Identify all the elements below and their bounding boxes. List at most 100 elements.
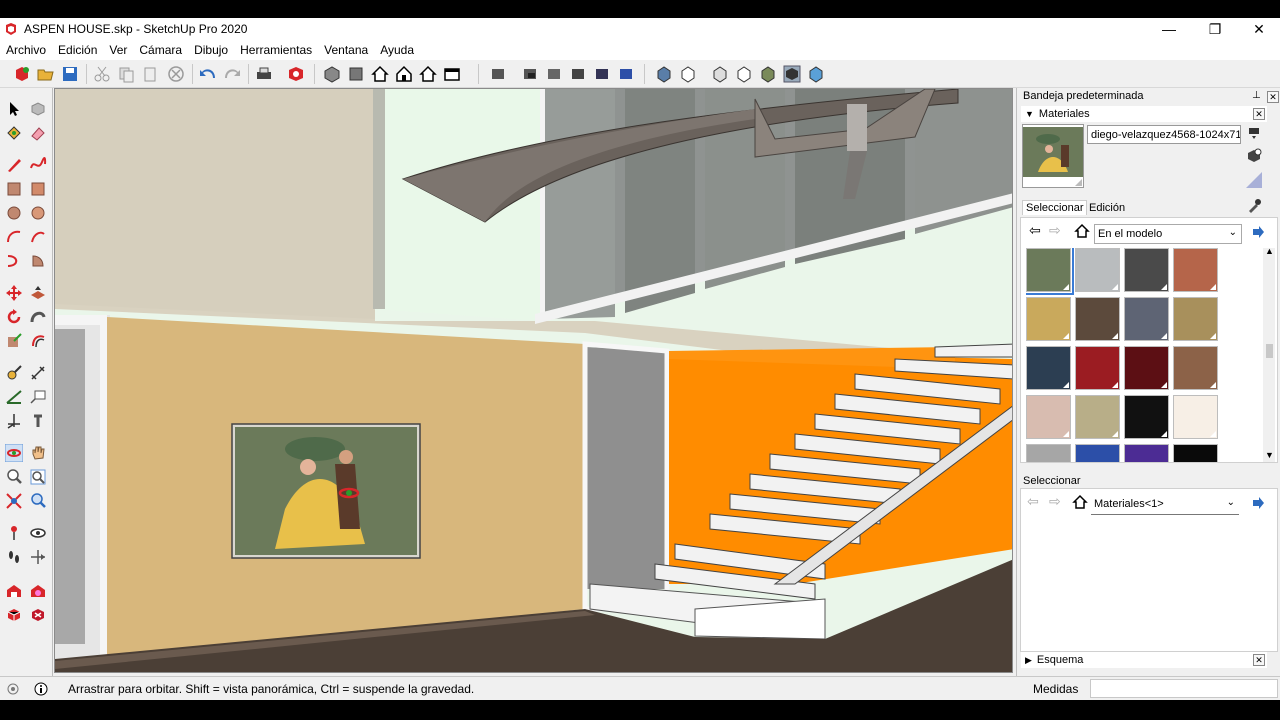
push-pull-icon[interactable] — [29, 284, 47, 302]
material-swatch-dark-wood[interactable] — [1124, 248, 1169, 292]
geo-location-icon[interactable] — [6, 682, 20, 696]
hidden-line-icon[interactable] — [568, 64, 588, 84]
polygon-icon[interactable] — [29, 204, 47, 222]
material-swatch-concrete[interactable] — [1075, 248, 1120, 292]
menu-archivo[interactable]: Archivo — [0, 43, 52, 57]
scale-icon[interactable] — [5, 332, 23, 350]
axes-icon[interactable] — [5, 412, 23, 430]
material-swatch-black-2[interactable] — [1173, 444, 1218, 462]
save-icon[interactable] — [60, 64, 80, 84]
zoom-extents-icon[interactable] — [5, 492, 23, 510]
display-secondary-icon[interactable] — [1247, 126, 1261, 140]
scroll-thumb[interactable] — [1266, 344, 1273, 358]
pin-icon[interactable]: ⊥ — [1252, 90, 1261, 101]
open-folder-icon[interactable] — [36, 64, 56, 84]
swatch-scrollbar[interactable]: ▲ ▼ — [1263, 246, 1275, 462]
collection-dropdown[interactable]: En el modelo ⌄ — [1094, 224, 1242, 244]
paint-bucket-icon[interactable] — [5, 124, 23, 142]
text-label-icon[interactable] — [29, 388, 47, 406]
material-swatch-stone-tile[interactable] — [1075, 395, 1120, 439]
material-swatch-maroon[interactable] — [1124, 346, 1169, 390]
home-icon[interactable] — [1074, 223, 1090, 239]
shaded-textures-icon[interactable] — [616, 64, 636, 84]
minimize-button[interactable]: — — [1146, 18, 1192, 40]
dimension-icon[interactable] — [29, 364, 47, 382]
zoom-window-icon[interactable] — [29, 468, 47, 486]
menu-ver[interactable]: Ver — [103, 43, 133, 57]
right-view-icon[interactable] — [394, 64, 414, 84]
xray-icon[interactable] — [488, 64, 508, 84]
menu-dibujo[interactable]: Dibujo — [188, 43, 234, 57]
material-swatch-stone-yellow[interactable] — [1026, 297, 1071, 341]
schema-close-icon[interactable]: ✕ — [1253, 654, 1265, 666]
style-textured-icon[interactable] — [782, 64, 802, 84]
zoom-icon[interactable] — [5, 468, 23, 486]
menu-camara[interactable]: Cámara — [133, 43, 188, 57]
rotate-icon[interactable] — [5, 308, 23, 326]
material-swatch-painting[interactable] — [1026, 248, 1074, 295]
secondary-back-icon[interactable]: ⇦ — [1027, 493, 1039, 510]
material-swatch-blue[interactable] — [1075, 444, 1120, 462]
orbit-icon[interactable] — [5, 444, 23, 462]
style-shaded-icon[interactable] — [654, 64, 674, 84]
redo-icon[interactable] — [222, 64, 242, 84]
style-xray-icon[interactable] — [710, 64, 730, 84]
look-around-icon[interactable] — [29, 524, 47, 542]
material-swatch-khaki[interactable] — [1173, 297, 1218, 341]
details-arrow-icon[interactable] — [1251, 225, 1265, 239]
scroll-up-icon[interactable]: ▲ — [1265, 246, 1274, 256]
arc-icon[interactable] — [5, 228, 23, 246]
component-icon[interactable] — [29, 100, 47, 118]
rotated-rectangle-icon[interactable] — [29, 180, 47, 198]
menu-ayuda[interactable]: Ayuda — [374, 43, 420, 57]
extension-warehouse-icon[interactable] — [29, 582, 47, 600]
restore-button[interactable]: ❐ — [1192, 18, 1238, 40]
material-swatch-brick[interactable] — [1173, 248, 1218, 292]
modeling-viewport[interactable] — [54, 88, 1013, 673]
forward-arrow-icon[interactable]: ⇨ — [1049, 222, 1061, 239]
scroll-down-icon[interactable]: ▼ — [1265, 450, 1274, 460]
material-name-input[interactable] — [1087, 125, 1241, 144]
materials-close-icon[interactable]: ✕ — [1253, 108, 1265, 120]
shaded-icon[interactable] — [592, 64, 612, 84]
schema-section-header[interactable]: ▶ Esquema — [1021, 652, 1267, 668]
previous-view-icon[interactable] — [29, 492, 47, 510]
style-hidden-icon[interactable] — [678, 64, 698, 84]
measurements-input[interactable] — [1090, 679, 1278, 698]
section-plane-icon[interactable] — [29, 548, 47, 566]
back-edges-icon[interactable] — [520, 64, 540, 84]
material-swatch-pink-beige[interactable] — [1026, 395, 1071, 439]
create-material-icon[interactable] — [1246, 148, 1262, 164]
iso-view-icon[interactable] — [322, 64, 342, 84]
material-swatch-brown[interactable] — [1075, 297, 1120, 341]
follow-me-icon[interactable] — [29, 308, 47, 326]
material-swatch-navy[interactable] — [1026, 346, 1071, 390]
extension-manager-icon[interactable] — [5, 606, 23, 624]
rectangle-icon[interactable] — [5, 180, 23, 198]
new-file-icon[interactable] — [12, 64, 32, 84]
eraser-icon[interactable] — [29, 124, 47, 142]
front-view-icon[interactable] — [370, 64, 390, 84]
material-swatch-red[interactable] — [1075, 346, 1120, 390]
three-point-arc-icon[interactable] — [5, 252, 23, 270]
print-icon[interactable] — [254, 64, 274, 84]
close-button[interactable]: ✕ — [1236, 18, 1280, 40]
tab-edicion[interactable]: Edición — [1085, 202, 1129, 214]
materials-section-header[interactable]: ▼ Materiales — [1021, 106, 1267, 122]
3d-text-icon[interactable] — [29, 412, 47, 430]
top-view-icon[interactable] — [346, 64, 366, 84]
erase-icon[interactable] — [166, 64, 186, 84]
move-icon[interactable] — [5, 284, 23, 302]
warehouse-icon[interactable] — [5, 582, 23, 600]
info-icon[interactable] — [34, 682, 48, 696]
material-swatch-cream[interactable] — [1173, 395, 1218, 439]
freehand-icon[interactable] — [29, 156, 47, 174]
menu-ventana[interactable]: Ventana — [318, 43, 374, 57]
style-wire-icon[interactable] — [734, 64, 754, 84]
material-swatch-black[interactable] — [1124, 395, 1169, 439]
left-view-icon[interactable] — [442, 64, 462, 84]
secondary-collection-dropdown[interactable]: Materiales<1> ⌄ — [1091, 495, 1239, 515]
paste-icon[interactable] — [140, 64, 160, 84]
line-pencil-icon[interactable] — [5, 156, 23, 174]
material-swatch-purple[interactable] — [1124, 444, 1169, 462]
